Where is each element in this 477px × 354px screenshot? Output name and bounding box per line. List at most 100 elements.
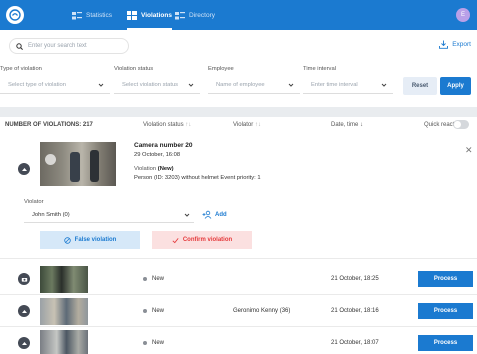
column-violator-label: Violator xyxy=(233,122,254,128)
directory-icon xyxy=(175,11,185,19)
violation-thumbnail[interactable] xyxy=(40,266,88,293)
close-icon[interactable]: ✕ xyxy=(465,145,473,156)
nav-violations-label: Violations xyxy=(141,11,172,19)
nav-violations[interactable]: Violations xyxy=(127,0,172,30)
employee-select[interactable]: Name of employee xyxy=(208,76,300,94)
chevron-up-icon xyxy=(21,167,27,171)
statistics-icon xyxy=(72,11,82,19)
export-button[interactable]: Export xyxy=(439,40,471,49)
chevron-down-icon xyxy=(381,83,387,87)
quick-react-label: Quick react xyxy=(424,122,455,128)
chevron-down-icon xyxy=(188,83,194,87)
violations-icon xyxy=(127,10,137,20)
column-date-label: Date, time xyxy=(331,122,359,128)
table-row[interactable]: New 21 October, 18:07 Process xyxy=(0,328,477,354)
column-header-date[interactable]: Date, time ↓ xyxy=(331,122,363,128)
select-placeholder: Enter time interval xyxy=(311,81,358,88)
violator-value: John Smith (0) xyxy=(32,212,70,218)
add-user-icon xyxy=(202,210,212,219)
chevron-down-icon xyxy=(184,213,190,217)
confirm-violation-label: Confirm violation xyxy=(182,237,233,243)
apply-button[interactable]: Apply xyxy=(440,77,471,95)
chevron-down-icon xyxy=(98,83,104,87)
select-placeholder: Select violation status xyxy=(122,81,179,88)
row-status: New xyxy=(143,308,164,314)
status-dot xyxy=(143,341,147,345)
violation-status-select[interactable]: Select violation status xyxy=(114,76,200,94)
section-divider xyxy=(0,107,477,117)
row-date: 21 October, 18:07 xyxy=(331,340,379,346)
reset-button[interactable]: Reset xyxy=(403,77,437,95)
top-navigation-bar: Statistics Violations Directory E xyxy=(0,0,477,30)
row-camera-toggle[interactable] xyxy=(18,273,30,285)
snapshot-person xyxy=(90,150,99,182)
violations-count: NUMBER OF VIOLATIONS: 217 xyxy=(5,122,93,128)
row-expand-toggle[interactable] xyxy=(18,337,30,349)
sort-icon: ↑↓ xyxy=(185,122,192,128)
confirm-violation-button[interactable]: Confirm violation xyxy=(152,231,252,249)
column-status-label: Violation status xyxy=(143,122,184,128)
user-avatar[interactable]: E xyxy=(456,8,470,22)
app-logo[interactable] xyxy=(6,6,24,24)
time-interval-select[interactable]: Enter time interval xyxy=(303,76,393,94)
play-icon[interactable] xyxy=(45,154,56,165)
filter-time-interval: Time interval Enter time interval xyxy=(303,66,393,94)
logo-icon xyxy=(9,9,21,21)
row-date: 21 October, 18:25 xyxy=(331,276,379,282)
nav-directory[interactable]: Directory xyxy=(175,0,215,30)
column-header-status[interactable]: Violation status ↑↓ xyxy=(143,122,191,128)
false-violation-label: False violation xyxy=(74,237,117,243)
filter-label: Employee xyxy=(208,66,234,72)
row-status: New xyxy=(143,276,164,282)
status-prefix: Violation xyxy=(134,166,157,172)
violation-snapshot[interactable] xyxy=(40,142,116,186)
row-status-label: New xyxy=(152,340,165,346)
table-row[interactable]: New 21 October, 18:25 Process xyxy=(0,264,477,295)
table-header: NUMBER OF VIOLATIONS: 217 Violation stat… xyxy=(0,117,477,134)
violation-status-line: Violation (New) xyxy=(134,166,174,172)
download-icon xyxy=(439,40,449,49)
process-button[interactable]: Process xyxy=(418,303,473,319)
nav-statistics-label: Statistics xyxy=(86,11,113,19)
violation-description: Person (ID: 3203) without helmet Event p… xyxy=(134,175,261,181)
column-header-violator[interactable]: Violator ↑↓ xyxy=(233,122,261,128)
row-violator: Geronimo Kenny (36) xyxy=(233,308,291,314)
select-placeholder: Select type of violation xyxy=(8,81,67,88)
process-button[interactable]: Process xyxy=(418,271,473,287)
chevron-down-icon xyxy=(288,83,294,87)
check-icon xyxy=(172,237,179,243)
row-status-label: New xyxy=(152,276,165,282)
violation-thumbnail[interactable] xyxy=(40,330,88,354)
status-dot xyxy=(143,277,147,281)
violator-select[interactable]: John Smith (0) xyxy=(24,208,194,223)
camera-name: Camera number 20 xyxy=(134,142,193,149)
add-violator-button[interactable]: Add xyxy=(202,210,227,219)
violation-thumbnail[interactable] xyxy=(40,298,88,325)
add-label: Add xyxy=(215,211,227,218)
nav-statistics[interactable]: Statistics xyxy=(72,0,112,30)
table-row[interactable]: New Geronimo Kenny (36) 21 October, 18:1… xyxy=(0,296,477,327)
chevron-up-icon xyxy=(21,341,27,345)
collapse-toggle[interactable] xyxy=(18,163,30,175)
row-date: 21 October, 18:16 xyxy=(331,308,379,314)
search-icon xyxy=(16,42,23,50)
quick-react-toggle[interactable] xyxy=(453,120,469,129)
sort-icon: ↑↓ xyxy=(254,122,261,128)
search-input[interactable]: Enter your search text xyxy=(9,38,129,54)
row-expand-toggle[interactable] xyxy=(18,305,30,317)
status-value: (New) xyxy=(157,166,174,172)
row-status: New xyxy=(143,340,164,346)
select-placeholder: Name of employee xyxy=(216,81,265,88)
snapshot-person xyxy=(70,152,80,182)
filter-label: Time interval xyxy=(303,66,336,72)
sort-down-icon: ↓ xyxy=(360,122,364,128)
search-placeholder: Enter your search text xyxy=(28,43,87,49)
camera-icon xyxy=(21,277,27,282)
filter-label: Type of violation xyxy=(0,66,42,72)
ban-icon xyxy=(63,236,71,244)
nav-directory-label: Directory xyxy=(189,11,216,19)
filter-violation-type: Type of violation Select type of violati… xyxy=(0,66,110,94)
violation-type-select[interactable]: Select type of violation xyxy=(0,76,110,94)
process-button[interactable]: Process xyxy=(418,335,473,351)
false-violation-button[interactable]: False violation xyxy=(40,231,140,249)
